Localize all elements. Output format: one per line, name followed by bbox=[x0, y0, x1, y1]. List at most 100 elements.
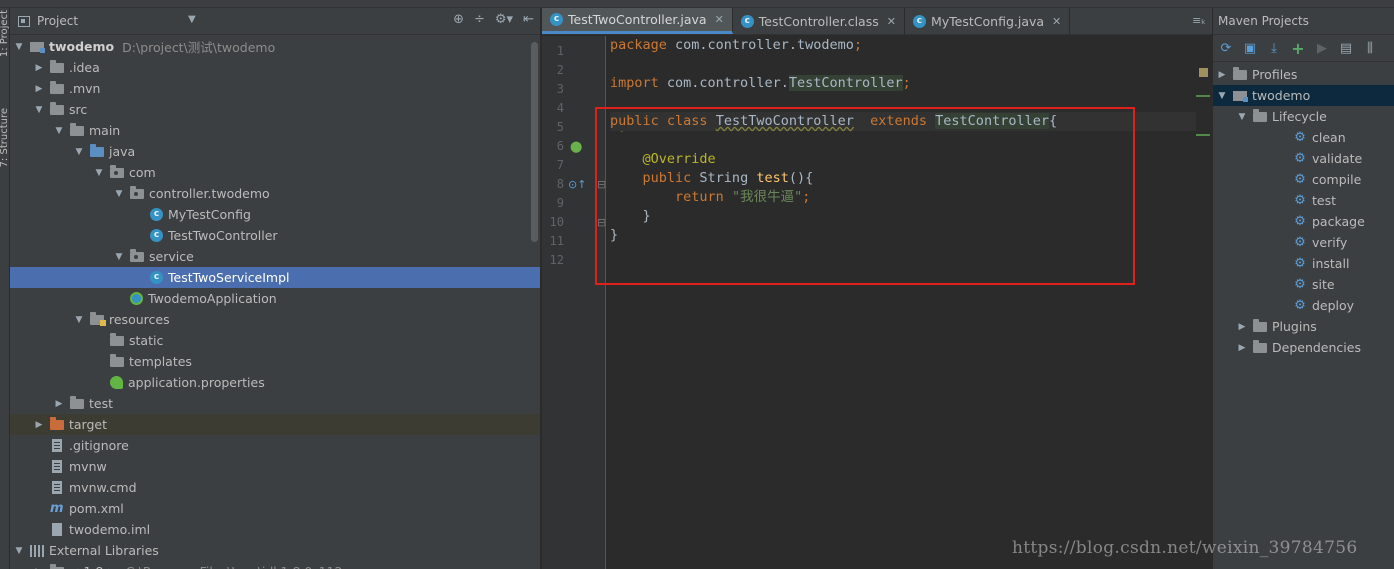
expand-down-icon[interactable]: ▼ bbox=[1215, 91, 1229, 101]
tree-item[interactable]: ▶mpom.xml bbox=[10, 498, 540, 519]
collapse-all-icon[interactable]: ÷ bbox=[474, 12, 485, 27]
toggle-offline-icon[interactable]: ⫼ bbox=[1362, 40, 1378, 56]
tab-testcontroller[interactable]: c TestController.class ✕ bbox=[733, 8, 905, 34]
expand-right-icon[interactable]: ▶ bbox=[1235, 343, 1249, 353]
hide-panel-icon[interactable]: ⇤ bbox=[523, 12, 534, 27]
maven-tree-item[interactable]: ⚙ verify bbox=[1213, 232, 1394, 253]
tree-item[interactable]: ▶TwodemoApplication bbox=[10, 288, 540, 309]
chevron-down-icon[interactable]: ▼ bbox=[188, 14, 196, 25]
left-tool-strip: 1: Project 7: Structure bbox=[0, 8, 10, 569]
tree-item[interactable]: ▶< 1.8 >C:\Program Files\Java\jdk1.8.0_1… bbox=[10, 561, 540, 569]
tree-item[interactable]: ▶static bbox=[10, 330, 540, 351]
tree-item[interactable]: ▼ com bbox=[10, 162, 540, 183]
maven-tree-item[interactable]: ⚙ compile bbox=[1213, 169, 1394, 190]
generate-sources-icon[interactable]: ▣ bbox=[1242, 40, 1258, 56]
code-token: package bbox=[610, 37, 667, 53]
expand-right-icon[interactable]: ▶ bbox=[32, 84, 46, 94]
close-icon[interactable]: ✕ bbox=[715, 13, 724, 26]
tree-item[interactable]: ▼ External Libraries bbox=[10, 540, 540, 561]
tree-item[interactable]: ▶twodemo.iml bbox=[10, 519, 540, 540]
expand-down-icon[interactable]: ▼ bbox=[72, 147, 86, 157]
expand-down-icon[interactable]: ▼ bbox=[92, 168, 106, 178]
expand-down-icon[interactable]: ▼ bbox=[12, 42, 26, 52]
maven-tree-item[interactable]: ⚙ validate bbox=[1213, 148, 1394, 169]
tree-item[interactable]: ▶cTestTwoServiceImpl bbox=[10, 267, 540, 288]
close-icon[interactable]: ✕ bbox=[1052, 15, 1061, 28]
tree-item[interactable]: ▶mvnw bbox=[10, 456, 540, 477]
tool-window-structure[interactable]: 7: Structure bbox=[0, 108, 10, 167]
maven-tree-item[interactable]: ⚙ site bbox=[1213, 274, 1394, 295]
tabs-menu-icon[interactable]: ≡ₖ bbox=[1192, 14, 1206, 27]
add-icon[interactable]: + bbox=[1290, 39, 1306, 58]
line-number: 11 bbox=[549, 234, 564, 248]
expand-down-icon[interactable]: ▼ bbox=[12, 546, 26, 556]
tab-mytestconfig[interactable]: c MyTestConfig.java ✕ bbox=[905, 8, 1071, 34]
reimport-icon[interactable]: ⟳ bbox=[1218, 40, 1234, 56]
maven-tree-item[interactable]: ⚙ install bbox=[1213, 253, 1394, 274]
expand-down-icon[interactable]: ▼ bbox=[1235, 112, 1249, 122]
tree-item-label: twodemo bbox=[49, 39, 115, 54]
tree-item[interactable]: ▶ test bbox=[10, 393, 540, 414]
tree-item[interactable]: ▼ resources bbox=[10, 309, 540, 330]
maven-tree-item[interactable]: ⚙ package bbox=[1213, 211, 1394, 232]
expand-right-icon[interactable]: ▶ bbox=[32, 63, 46, 73]
tree-item[interactable]: ▶mvnw.cmd bbox=[10, 477, 540, 498]
maven-item-label: clean bbox=[1312, 130, 1346, 145]
close-icon[interactable]: ✕ bbox=[887, 15, 896, 28]
inspection-status-icon[interactable] bbox=[1199, 68, 1208, 77]
code-editor: c TestTwoController.java ✕ c TestControl… bbox=[542, 8, 1212, 569]
project-view-selector[interactable]: Project bbox=[37, 14, 78, 28]
maven-tree-item[interactable]: ▶ Plugins bbox=[1213, 316, 1394, 337]
code-token: com.controller. bbox=[658, 75, 789, 91]
expand-down-icon[interactable]: ▼ bbox=[112, 252, 126, 262]
expand-right-icon[interactable]: ▶ bbox=[1235, 322, 1249, 332]
tree-item-label: static bbox=[129, 333, 164, 348]
tree-item-label: src bbox=[69, 102, 88, 117]
folder-icon bbox=[70, 123, 84, 136]
download-icon[interactable]: ⤓ bbox=[1266, 40, 1282, 56]
tree-item[interactable]: ▼ main bbox=[10, 120, 540, 141]
project-scrollbar[interactable] bbox=[531, 42, 538, 242]
expand-down-icon[interactable]: ▼ bbox=[32, 105, 46, 115]
expand-down-icon[interactable]: ▼ bbox=[52, 126, 66, 136]
scroll-from-source-icon[interactable]: ⊕ bbox=[453, 12, 464, 27]
expand-right-icon[interactable]: ▶ bbox=[32, 420, 46, 430]
tree-item[interactable]: ▶cTestTwoController bbox=[10, 225, 540, 246]
watermark: https://blog.csdn.net/weixin_39784756 bbox=[1012, 538, 1358, 558]
maven-tree-item[interactable]: ▶ Profiles bbox=[1213, 64, 1394, 85]
tab-testtwocontroller[interactable]: c TestTwoController.java ✕ bbox=[542, 8, 733, 34]
spring-bean-icon[interactable]: ⬤ bbox=[570, 140, 582, 153]
override-marker-icon[interactable]: ⊙↑ bbox=[568, 178, 586, 191]
tree-item[interactable]: ▶application.properties bbox=[10, 372, 540, 393]
tree-item[interactable]: ▼ src bbox=[10, 99, 540, 120]
tree-item[interactable]: ▼ java bbox=[10, 141, 540, 162]
maven-projects-panel: Maven Projects ⟳ ▣ ⤓ + ▶ ▤ ⫼ ▶ Profiles ▼ t… bbox=[1212, 8, 1394, 569]
tree-item[interactable]: ▼ twodemo D:\project\测试\twodemo bbox=[10, 36, 540, 57]
run-icon[interactable]: ▶ bbox=[1314, 40, 1330, 56]
tree-item[interactable]: ▶ target bbox=[10, 414, 540, 435]
tree-item[interactable]: ▶ .idea bbox=[10, 57, 540, 78]
tree-item[interactable]: ▶templates bbox=[10, 351, 540, 372]
tool-window-project[interactable]: 1: Project bbox=[0, 10, 10, 57]
tree-item[interactable]: ▼ service bbox=[10, 246, 540, 267]
tree-item-label: twodemo.iml bbox=[69, 522, 151, 537]
maven-tree-item[interactable]: ⚙ deploy bbox=[1213, 295, 1394, 316]
line-number: 1 bbox=[556, 44, 564, 58]
tree-item[interactable]: ▶ .mvn bbox=[10, 78, 540, 99]
maven-tree-item[interactable]: ⚙ clean bbox=[1213, 127, 1394, 148]
tree-item[interactable]: ▶.gitignore bbox=[10, 435, 540, 456]
expand-down-icon[interactable]: ▼ bbox=[72, 315, 86, 325]
execute-goal-icon[interactable]: ▤ bbox=[1338, 40, 1354, 56]
maven-tree-item[interactable]: ▼ Lifecycle bbox=[1213, 106, 1394, 127]
maven-tree-item[interactable]: ⚙ test bbox=[1213, 190, 1394, 211]
maven-tree-item[interactable]: ▼ twodemo bbox=[1213, 85, 1394, 106]
tree-item-label: controller.twodemo bbox=[149, 186, 270, 201]
maven-tree-item[interactable]: ▶ Dependencies bbox=[1213, 337, 1394, 358]
tree-item[interactable]: ▶cMyTestConfig bbox=[10, 204, 540, 225]
settings-gear-icon[interactable]: ⚙▾ bbox=[495, 12, 513, 27]
expand-down-icon[interactable]: ▼ bbox=[112, 189, 126, 199]
expand-right-icon[interactable]: ▶ bbox=[1215, 70, 1229, 80]
expand-right-icon[interactable]: ▶ bbox=[52, 399, 66, 409]
tree-item[interactable]: ▼ controller.twodemo bbox=[10, 183, 540, 204]
package-icon bbox=[130, 186, 144, 199]
